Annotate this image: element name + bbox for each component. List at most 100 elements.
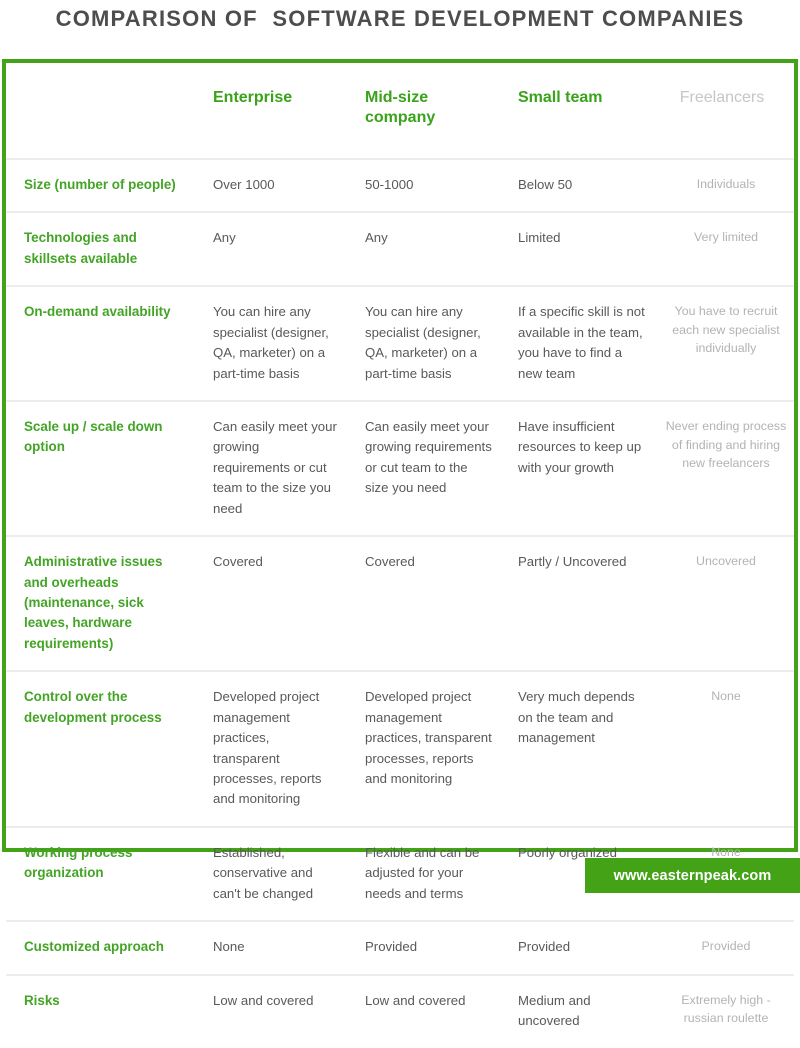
table-row: Technologies and skillsets available Any A… <box>6 211 794 287</box>
cell-smallteam: Very much depends on the team and manage… <box>504 670 658 827</box>
cell-freelancers-text: None <box>711 844 741 859</box>
cell-midsize-text: You can hire any specialist (designer, Q… <box>365 304 481 381</box>
cell-freelancers-text: You have to recruit each new specialist … <box>672 304 780 356</box>
row-label-text: Scale up / scale down option <box>24 419 163 455</box>
cell-enterprise-text: Over 1000 <box>213 177 275 192</box>
cell-midsize-text: 50-1000 <box>365 177 414 192</box>
cell-freelancers: Uncovered <box>658 535 794 672</box>
row-label-text: Size (number of people) <box>24 177 176 192</box>
row-label: On-demand availability <box>6 285 199 402</box>
row-label-text: Risks <box>24 992 60 1008</box>
cell-midsize: 50-1000 <box>351 157 504 213</box>
cell-freelancers: Individuals <box>658 157 794 213</box>
cell-freelancers: Never ending process of finding and hiri… <box>658 400 794 537</box>
cell-midsize-text: Any <box>365 230 388 246</box>
cell-midsize: Developed project management practices, … <box>351 670 504 827</box>
row-label: Technologies and skillsets available <box>6 211 199 287</box>
cell-enterprise: None <box>199 920 351 975</box>
table-row: Risks Low and covered Low and covered Mediu… <box>6 973 794 1048</box>
cell-freelancers-text: None <box>711 689 741 704</box>
cell-freelancers: You have to recruit each new specialist … <box>658 285 794 402</box>
row-label: Customized approach <box>6 920 199 975</box>
row-label: Size (number of people) <box>6 157 199 213</box>
cell-midsize: Flexible and can be adjusted for your ne… <box>351 825 504 922</box>
table-row: Administrative issues and overheads (mai… <box>6 535 794 672</box>
column-header-label <box>6 63 199 159</box>
row-label-text: Administrative issues and overheads (mai… <box>24 554 163 651</box>
table-header-row: Enterprise Mid-size company Small team F… <box>6 63 794 159</box>
cell-smallteam-text: Partly / Uncovered <box>518 554 627 570</box>
cell-freelancers: Extremely high - russian roulette <box>658 973 794 1048</box>
footer-url-bar[interactable]: www.easternpeak.com <box>585 858 800 893</box>
cell-enterprise-text: Developed project management practices, … <box>213 689 322 807</box>
cell-midsize-text: Developed project management practices, … <box>365 689 492 786</box>
cell-smallteam-text: Below 50 <box>518 177 573 192</box>
row-label-text: On-demand availability <box>24 304 171 320</box>
column-header-smallteam: Small team <box>518 89 603 106</box>
cell-midsize: Covered <box>351 535 504 672</box>
cell-freelancers: None <box>658 670 794 827</box>
row-label: Scale up / scale down option <box>6 400 199 537</box>
column-header-freelancers: Freelancers <box>679 89 765 106</box>
cell-midsize-text: Provided <box>365 939 418 955</box>
cell-midsize: Low and covered <box>351 973 504 1048</box>
cell-midsize: Can easily meet your growing requirement… <box>351 400 504 537</box>
table-body: Size (number of people) Over 1000 50-1000 B… <box>6 157 794 1048</box>
row-label: Risks <box>6 973 199 1048</box>
cell-smallteam: Below 50 <box>504 157 658 213</box>
cell-enterprise-text: You can hire any specialist (designer, Q… <box>213 304 329 381</box>
cell-midsize: Provided <box>351 920 504 975</box>
cell-freelancers-text: Very limited <box>693 230 759 245</box>
cell-smallteam-text: If a specific skill is not available in … <box>518 304 645 381</box>
cell-enterprise: Can easily meet your growing requirement… <box>199 400 351 537</box>
cell-smallteam: Limited <box>504 211 658 287</box>
cell-smallteam: Have insufficient resources to keep up w… <box>504 400 658 537</box>
cell-midsize-text: Covered <box>365 554 415 570</box>
row-label-text: Customized approach <box>24 939 164 955</box>
cell-freelancers-text: Never ending process of finding and hiri… <box>665 419 787 471</box>
cell-enterprise-text: Any <box>213 230 236 246</box>
cell-freelancers-text: Provided <box>701 939 751 954</box>
cell-midsize-text: Low and covered <box>365 992 466 1008</box>
cell-enterprise: Developed project management practices, … <box>199 670 351 827</box>
cell-smallteam-text: Very much depends on the team and manage… <box>518 689 635 746</box>
cell-midsize-text: Can easily meet your growing requirement… <box>365 419 492 496</box>
cell-enterprise-text: Low and covered <box>213 992 314 1008</box>
cell-smallteam: Medium and uncovered <box>504 973 658 1048</box>
cell-enterprise: Established, conservative and can't be c… <box>199 825 351 922</box>
comparison-table-frame: Enterprise Mid-size company Small team F… <box>2 59 798 1048</box>
footer-url-text: www.easternpeak.com <box>613 867 772 884</box>
cell-midsize: You can hire any specialist (designer, Q… <box>351 285 504 402</box>
table-row: Scale up / scale down option Can easily m… <box>6 400 794 537</box>
cell-smallteam: If a specific skill is not available in … <box>504 285 658 402</box>
cell-enterprise: Any <box>199 211 351 287</box>
cell-freelancers: Provided <box>658 920 794 975</box>
row-label: Administrative issues and overheads (mai… <box>6 535 199 672</box>
table-row: On-demand availability You can hire any s… <box>6 285 794 402</box>
cell-smallteam-text: Have insufficient resources to keep up w… <box>518 419 642 475</box>
row-label: Working process organization <box>6 825 199 922</box>
row-label-text: Working process organization <box>24 844 133 881</box>
cell-smallteam-text: Provided <box>518 939 571 955</box>
cell-enterprise: You can hire any specialist (designer, Q… <box>199 285 351 402</box>
cell-enterprise-text: Established, conservative and can't be c… <box>213 844 314 901</box>
column-header-enterprise: Enterprise <box>213 89 293 106</box>
cell-enterprise: Over 1000 <box>199 157 351 213</box>
row-label-text: Control over the development process <box>24 689 162 725</box>
cell-enterprise-text: None <box>213 939 245 955</box>
cell-freelancers-text: Individuals <box>696 177 756 191</box>
cell-enterprise-text: Can easily meet your growing requirement… <box>213 419 337 516</box>
cell-freelancers: Very limited <box>658 211 794 287</box>
cell-enterprise: Covered <box>199 535 351 672</box>
column-header-midsize: Mid-size company <box>365 89 436 126</box>
cell-midsize-text: Flexible and can be adjusted for your ne… <box>365 844 480 901</box>
row-label-text: Technologies and skillsets available <box>24 230 138 266</box>
cell-freelancers-text: Uncovered <box>696 554 756 569</box>
table-row: Control over the development process Deve… <box>6 670 794 827</box>
cell-enterprise-text: Covered <box>213 554 263 570</box>
cell-smallteam-text: Limited <box>518 230 561 246</box>
cell-enterprise: Low and covered <box>199 973 351 1048</box>
table-row: Size (number of people) Over 1000 50-1000 B… <box>6 157 794 213</box>
cell-smallteam: Partly / Uncovered <box>504 535 658 672</box>
cell-midsize: Any <box>351 211 504 287</box>
